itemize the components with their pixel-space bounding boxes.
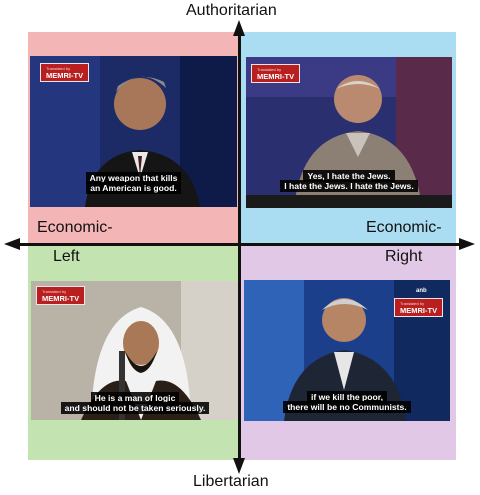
subtitle-line-2: and should not be taken seriously.	[60, 402, 210, 414]
subtitle-top-right: Yes, I hate the Jews. I hate the Jews. I…	[246, 170, 452, 192]
arrow-right-icon	[459, 238, 475, 250]
subtitle-bottom-left: He is a man of logic and should not be t…	[31, 392, 239, 414]
subtitle-line-2: there will be no Communists.	[283, 401, 411, 413]
vertical-axis	[238, 30, 241, 468]
video-still-top-left: Translated by MEMRI-TV Any weapon that ki…	[30, 56, 237, 207]
axis-label-economic-left-line1: Economic-	[37, 219, 113, 236]
video-still-bottom-left: Translated by MEMRI-TV He is a man of log…	[31, 281, 239, 420]
memri-tv-logo: Translated by MEMRI-TV	[36, 286, 86, 305]
memri-tv-logo: Translated by MEMRI-TV	[40, 63, 90, 82]
axis-label-economic-right-line2: Right	[385, 248, 423, 265]
axis-label-economic-left-line2: Left	[53, 248, 80, 265]
video-still-bottom-right: anb Translated by MEMRI-TV if we kill the…	[244, 280, 450, 421]
channel-logo: anb	[416, 288, 427, 294]
memri-tv-logo: Translated by MEMRI-TV	[251, 64, 301, 83]
arrow-down-icon	[233, 458, 245, 474]
axis-label-economic-right-line1: Economic-	[366, 219, 442, 236]
axis-label-authoritarian: Authoritarian	[186, 2, 277, 19]
subtitle-bottom-right: if we kill the poor, there will be no Co…	[244, 391, 450, 413]
memri-tv-logo: Translated by MEMRI-TV	[394, 298, 444, 317]
subtitle-top-left: Any weapon that kills an American is goo…	[30, 172, 237, 194]
subtitle-line-2: an American is good.	[86, 182, 181, 194]
video-still-top-right: Translated by MEMRI-TV Yes, I hate the Je…	[246, 57, 452, 208]
subtitle-line-2: I hate the Jews. I hate the Jews.	[280, 180, 418, 192]
horizontal-axis	[12, 243, 468, 246]
arrow-up-icon	[233, 20, 245, 36]
arrow-left-icon	[4, 238, 20, 250]
axis-label-libertarian: Libertarian	[193, 473, 269, 490]
